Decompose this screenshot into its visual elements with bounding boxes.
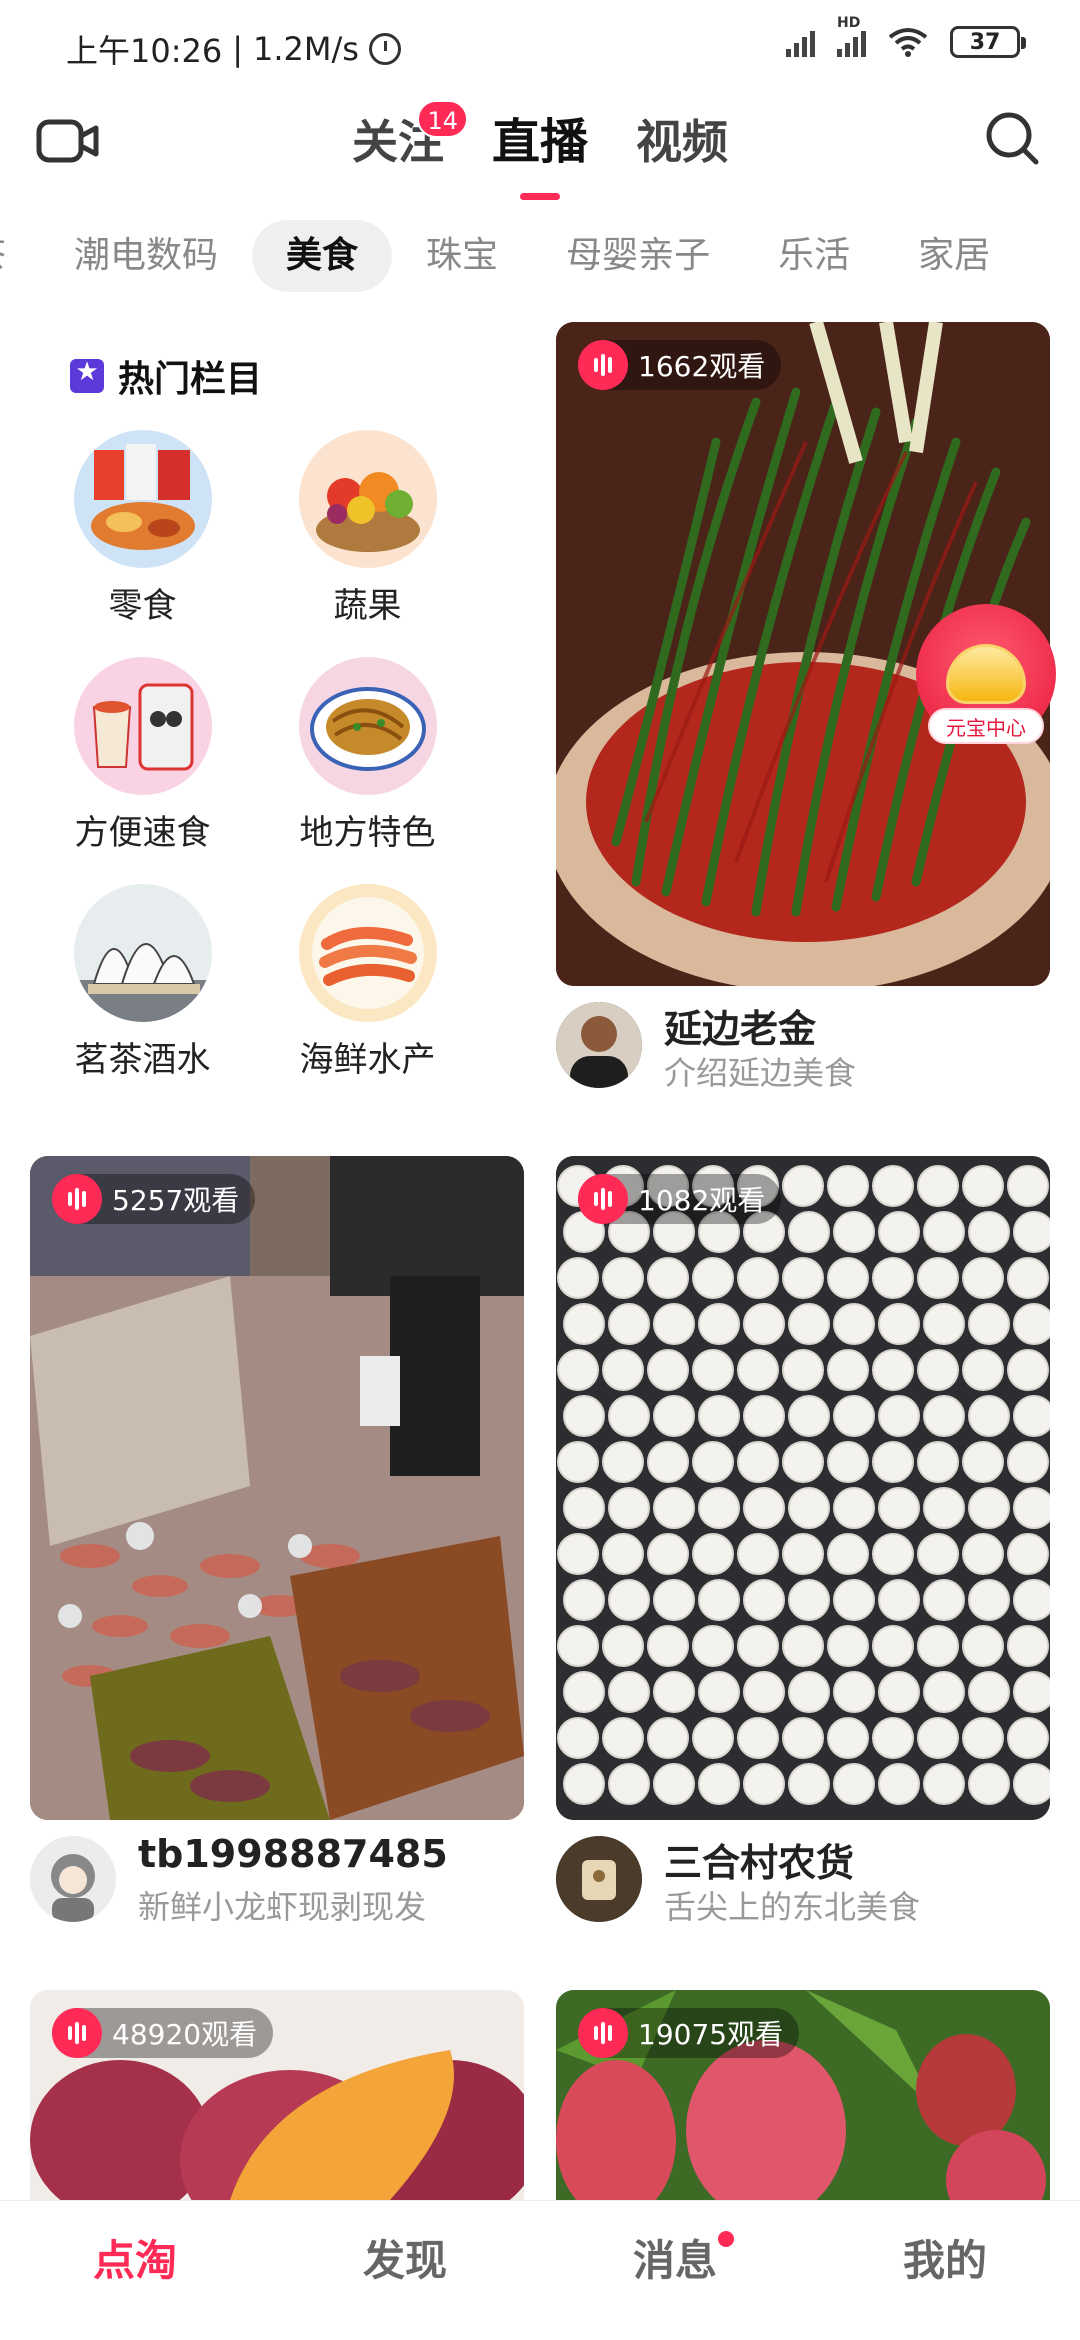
status-speed: 1.2M/s: [253, 30, 359, 68]
status-right: HD 37: [786, 15, 1026, 58]
streamer-name: 延边老金: [664, 1007, 817, 1051]
live-icon: [52, 1174, 102, 1224]
signal-icon: [786, 27, 815, 57]
wifi-icon: [888, 28, 928, 57]
hot-title: 热门栏目: [70, 350, 262, 402]
tea-wine-thumbnail: [73, 884, 212, 1022]
nav-me[interactable]: 我的: [810, 2201, 1080, 2340]
unread-dot: [718, 2231, 734, 2247]
status-time: 上午10:26: [66, 32, 223, 70]
hot-columns: 热门栏目 零食: [30, 330, 530, 1090]
seafood-thumbnail: [298, 884, 437, 1022]
hot-item-local[interactable]: 地方特色: [255, 657, 480, 854]
search-icon[interactable]: [982, 108, 1042, 168]
hot-item-label: 地方特色: [299, 813, 436, 853]
tab-live-label: 直播: [491, 114, 588, 170]
signal-hd-icon: HD: [837, 15, 866, 57]
live-card-thumbnail: 48920观看: [30, 1990, 524, 2200]
stream-description: 介绍延边美食: [664, 1054, 857, 1092]
viewer-count: 1082观看: [638, 1184, 766, 1217]
streamer-name: 三合村农货: [664, 1841, 855, 1885]
yuanbao-label: 元宝中心: [928, 708, 1044, 744]
hot-item-label: 零食: [108, 586, 177, 626]
top-header: 关注 14 直播 视频: [0, 90, 1080, 200]
tab-live[interactable]: 直播: [491, 102, 588, 200]
live-card-meta: 延边老金 介绍延边美食: [556, 992, 1050, 1102]
category-bar: 茶 潮电数码 美食 珠宝 母婴亲子 乐活 家居: [0, 218, 1080, 294]
main-tabs: 关注 14 直播 视频: [0, 100, 1080, 200]
battery-icon: 37: [950, 26, 1026, 58]
tab-video-label: 视频: [636, 115, 728, 169]
hot-item-label: 方便速食: [74, 813, 211, 853]
viewer-count: 48920观看: [112, 2018, 258, 2051]
stream-description: 新鲜小龙虾现剥现发: [138, 1888, 427, 1926]
live-card-thumbnail: 5257观看: [30, 1156, 524, 1820]
snacks-thumbnail: [73, 430, 212, 568]
live-card-thumbnail: 19075观看: [556, 1990, 1050, 2200]
live-icon: [578, 340, 628, 390]
fruits-thumbnail: [298, 430, 437, 568]
hot-item-seafood[interactable]: 海鲜水产: [255, 884, 480, 1081]
hot-item-fruits[interactable]: 蔬果: [255, 430, 480, 627]
star-icon: [70, 357, 104, 393]
tangyuan-image: [556, 1156, 1050, 1820]
viewer-count-badge: 19075观看: [578, 2008, 800, 2058]
nav-messages[interactable]: 消息: [540, 2201, 810, 2340]
hot-item-snacks[interactable]: 零食: [30, 430, 255, 627]
viewer-count: 5257观看: [112, 1184, 240, 1217]
viewer-count-badge: 1662观看: [578, 340, 782, 390]
nav-diantao[interactable]: 点淘: [0, 2201, 270, 2340]
nav-discover[interactable]: 发现: [270, 2201, 540, 2340]
hot-item-instant[interactable]: 方便速食: [30, 657, 255, 854]
hot-title-text: 热门栏目: [118, 359, 263, 400]
viewer-count: 19075观看: [638, 2018, 784, 2051]
live-icon: [578, 1174, 628, 1224]
live-card-thumbnail: 1082观看: [556, 1156, 1050, 1820]
avatar[interactable]: [556, 1002, 642, 1088]
live-card[interactable]: 19075观看: [556, 1990, 1050, 2200]
alarm-icon: [368, 33, 401, 65]
category-lifestyle[interactable]: 乐活: [744, 220, 884, 292]
category-list: 茶 潮电数码 美食 珠宝 母婴亲子 乐活 家居: [0, 218, 1024, 294]
hot-item-label: 茗茶酒水: [74, 1040, 211, 1080]
live-card[interactable]: 1082观看 三合村农货 舌尖上的东北美食: [556, 1156, 1050, 1936]
yuanbao-center-button[interactable]: 元宝中心: [916, 604, 1056, 754]
category-food[interactable]: 美食: [252, 220, 393, 292]
live-card[interactable]: 5257观看 tb1998887485 新鲜小龙虾现剥现发: [30, 1156, 524, 1936]
avatar[interactable]: [30, 1836, 116, 1922]
live-card-meta: 三合村农货 舌尖上的东北美食: [556, 1826, 1050, 1936]
bottom-nav: 点淘 发现 消息 我的: [0, 2200, 1080, 2340]
live-card-meta: tb1998887485 新鲜小龙虾现剥现发: [30, 1826, 524, 1936]
stream-description: 舌尖上的东北美食: [664, 1888, 921, 1926]
category-digital[interactable]: 潮电数码: [40, 220, 252, 292]
hot-item-tea-wine[interactable]: 茗茶酒水: [30, 884, 255, 1081]
hd-label: HD: [837, 15, 861, 31]
tab-video[interactable]: 视频: [636, 102, 728, 182]
hot-item-label: 海鲜水产: [299, 1040, 436, 1080]
status-bar: 上午10:26 | 1.2M/s HD 37: [0, 0, 1080, 90]
tab-follow[interactable]: 关注 14: [352, 100, 468, 182]
live-card[interactable]: 48920观看: [30, 1990, 524, 2200]
hot-grid: 零食 蔬果 方便速食 地方特色 茗茶酒水 海鲜水产: [30, 430, 530, 1081]
avatar[interactable]: [556, 1836, 642, 1922]
streamer-name: tb1998887485: [138, 1832, 448, 1876]
category-jewelry[interactable]: 珠宝: [392, 220, 532, 292]
viewer-count: 1662观看: [638, 350, 766, 383]
instant-food-thumbnail: [73, 657, 212, 795]
live-icon: [52, 2008, 102, 2058]
follow-badge: 14: [417, 100, 468, 138]
status-separator: |: [232, 30, 244, 68]
hot-item-label: 蔬果: [333, 586, 402, 626]
live-icon: [578, 2008, 628, 2058]
viewer-count-badge: 5257观看: [52, 1174, 256, 1224]
category-baby[interactable]: 母婴亲子: [532, 220, 744, 292]
nav-messages-label: 消息: [632, 2236, 717, 2285]
local-specialty-thumbnail: [298, 657, 437, 795]
category-tea[interactable]: 茶: [0, 220, 40, 292]
status-left: 上午10:26 | 1.2M/s: [66, 26, 401, 72]
viewer-count-badge: 48920观看: [52, 2008, 274, 2058]
viewer-count-badge: 1082观看: [578, 1174, 782, 1224]
category-home[interactable]: 家居: [884, 220, 1024, 292]
